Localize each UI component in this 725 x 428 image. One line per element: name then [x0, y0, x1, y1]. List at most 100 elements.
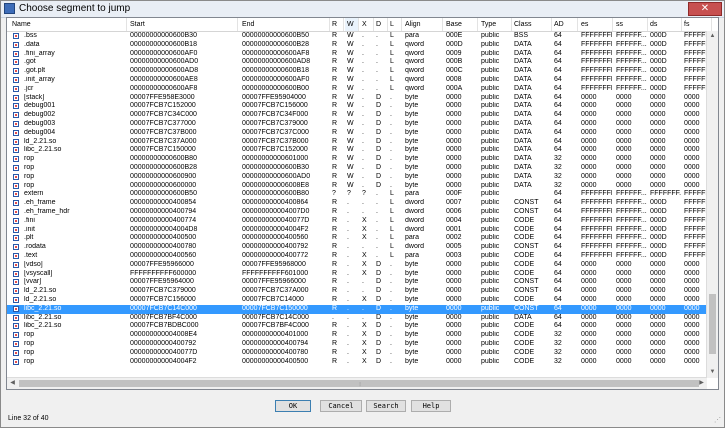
table-row[interactable]: rop 00000000000400792 00000000000400794 R. X… [7, 340, 707, 349]
cell-x: . [362, 199, 364, 207]
column-header-w[interactable]: W [345, 18, 359, 31]
cell-class: CODE [514, 296, 535, 303]
table-row[interactable]: rop 0000000000040077D 00000000000400780 R. X… [7, 349, 707, 358]
cell-align: byte [405, 313, 419, 321]
cell-l: L [390, 58, 394, 66]
table-row[interactable]: .bss 00000000000600B30 00000000000600B50 R W… [7, 32, 711, 41]
column-header-start[interactable]: Start [128, 18, 238, 31]
table-row[interactable]: .plt 00000000000400500 00000000000400560 R.… [7, 234, 711, 243]
table-row[interactable]: .eh_frame_hdr 00000000000400794 0000000000… [7, 208, 711, 217]
vertical-scroll-thumb[interactable] [709, 294, 716, 354]
table-row[interactable]: rop 000000000004004F2 00000000000400500 R. X… [7, 358, 707, 367]
table-row[interactable]: .jcr 00000000000600AF8 00000000000600B00 R W… [7, 84, 711, 94]
cell-end: 000000000004007D0 [242, 208, 310, 215]
table-row[interactable]: [vdso] 00007FFE95966000 00007FFE95968000 R.… [7, 261, 707, 270]
table-row[interactable]: rop 00000000000600B80 00000000000601000 R W.… [7, 155, 707, 164]
cell-name: .init_array [24, 76, 55, 83]
table-row[interactable]: .data 00000000000600B18 00000000000600B28 R… [7, 41, 711, 50]
column-header-l[interactable]: L [388, 18, 402, 31]
column-header-name[interactable]: Name [10, 18, 127, 31]
table-row[interactable]: libc_2.21.so 00007FCB7BDBC000 00007FCB7BF4… [7, 322, 707, 331]
cell-es: 0000 [581, 269, 597, 277]
cell-end: 00000000000600B00 [242, 84, 309, 92]
table-row[interactable]: .eh_frame 00000000000400854 00000000000400… [7, 199, 711, 208]
table-row[interactable]: .init 000000000004004D8 000000000004004F2 R… [7, 225, 711, 235]
horizontal-scroll-thumb[interactable]: ⦙ [19, 380, 699, 388]
cell-ds: 0000 [650, 137, 666, 145]
column-header-ad[interactable]: AD [552, 18, 578, 31]
cell-ss: 0000 [616, 269, 632, 277]
search-button[interactable]: Search [366, 400, 406, 412]
table-row[interactable]: .init_array 00000000000600AE8 000000000006… [7, 76, 711, 85]
cell-class: DATA [514, 102, 532, 110]
segment-table[interactable]: Name Start End R W X D L Align Base Type Class AD es s… [6, 17, 719, 390]
column-header-align[interactable]: Align [403, 18, 443, 31]
table-row[interactable]: libc_2.21.so 00007FCB7C150000 00007FCB7C15… [7, 146, 707, 155]
table-row[interactable]: ld_2.21.so 00007FCB7C156000 00007FCB7C1400… [7, 296, 707, 305]
table-row[interactable]: rop 000000000004008E4 00000000000401000 R. X… [7, 331, 707, 340]
cell-x: . [362, 93, 364, 101]
table-row[interactable]: .got 00000000000600AD0 00000000000600AD8 R W… [7, 58, 711, 67]
ok-button[interactable]: OK [275, 400, 311, 412]
table-row[interactable]: ld_2.21.so 00007FCB7C37A000 00007FCB7C37B0… [7, 138, 707, 147]
resize-grip-icon[interactable]: ⋰ [714, 417, 722, 425]
cell-r: R [332, 340, 338, 347]
scroll-up-icon[interactable]: ▲ [707, 31, 718, 42]
scroll-right-icon[interactable]: ▶ [696, 378, 707, 389]
column-header-class[interactable]: Class [512, 18, 552, 31]
vertical-scrollbar[interactable]: ▲ ▼ [706, 31, 718, 378]
column-header-fs[interactable]: fs [682, 18, 712, 31]
column-header-end[interactable]: End [240, 18, 330, 31]
column-header-ds[interactable]: ds [648, 18, 682, 31]
table-row[interactable]: libc_2.21.so 00007FCB7C14C000 00007FCB7C15… [7, 304, 707, 314]
table-row[interactable]: ld_2.21.so 00007FCB7C379000 00007FCB7C37A0… [7, 287, 707, 296]
cell-d: D [376, 296, 382, 303]
table-row[interactable]: libc_2.21.so 00007FCB7BF4C000 00007FCB7C14… [7, 314, 707, 323]
grip-icon: ⦙ [359, 382, 361, 388]
table-row[interactable]: .fini_array 00000000000600AF0 000000000006… [7, 50, 711, 59]
column-header-base[interactable]: Base [444, 18, 478, 31]
table-row[interactable]: debug001 00007FCB7C152000 00007FCB7C156000… [7, 102, 707, 111]
table-row[interactable]: [stack] 00007FFE958E3000 00007FFE95904000 R… [7, 94, 707, 103]
table-row[interactable]: .got.plt 00000000000600AD8 00000000000600B… [7, 67, 711, 76]
table-row[interactable]: debug003 00007FCB7C377000 00007FCB7C379000… [7, 120, 707, 129]
table-row[interactable]: .rodata 00000000000400780 0000000000040079… [7, 243, 711, 252]
table-row[interactable]: rop 00000000000600900 00000000000600AD0 R W.… [7, 173, 707, 182]
table-row[interactable]: .fini 00000000000400774 0000000000040077D R… [7, 216, 711, 226]
cell-start: 00007FCB7C37B000 [130, 128, 197, 136]
table-row[interactable]: rop 00000000000600000 000000000006008E8 R W.… [7, 182, 707, 191]
cell-x: X [362, 348, 367, 356]
column-header-es[interactable]: es [579, 18, 613, 31]
horizontal-scrollbar[interactable]: ◀ ⦙ ▶ [7, 377, 707, 389]
title-bar[interactable]: Choose segment to jump ✕ [1, 1, 724, 18]
segment-icon [13, 217, 19, 224]
cell-align: dword [405, 199, 425, 207]
column-header-x[interactable]: X [360, 18, 374, 31]
scroll-down-icon[interactable]: ▼ [707, 367, 718, 378]
cell-ad: 64 [554, 93, 562, 101]
table-row[interactable]: rop 00000000000600B28 00000000000600B30 R W.… [7, 164, 707, 173]
column-header-d[interactable]: D [374, 18, 388, 31]
table-row[interactable]: [vvar] 00007FFE95964000 00007FFE95966000 R.… [7, 278, 707, 287]
cell-es: FFFFFFFF... [581, 216, 612, 224]
cell-d: . [376, 76, 378, 83]
table-row[interactable]: .text 00000000000400560 00000000000400772 R… [7, 252, 711, 261]
help-button[interactable]: Help [411, 400, 451, 412]
table-row[interactable]: extern 00000000000600B50 00000000000600B80… [7, 190, 711, 199]
cell-d: . [376, 225, 378, 233]
close-button[interactable]: ✕ [688, 2, 722, 16]
table-row[interactable]: debug002 00007FCB7C34C000 00007FCB7C34F000… [7, 111, 707, 120]
cell-align: byte [405, 93, 419, 101]
table-row[interactable]: [vsyscall] FFFFFFFFFF600000 FFFFFFFFFF6010… [7, 270, 707, 279]
column-header-type[interactable]: Type [479, 18, 512, 31]
column-header-r[interactable]: R [330, 18, 344, 31]
table-row[interactable]: debug004 00007FCB7C37B000 00007FCB7C37C000… [7, 129, 707, 138]
cell-ad: 64 [554, 111, 562, 119]
cell-align: byte [405, 155, 419, 163]
scroll-left-icon[interactable]: ◀ [7, 378, 18, 389]
segment-icon [13, 332, 19, 339]
cancel-button[interactable]: Cancel [320, 400, 362, 412]
column-header-ss[interactable]: ss [614, 18, 648, 31]
cell-r: R [332, 269, 338, 277]
cell-r: R [332, 32, 338, 39]
